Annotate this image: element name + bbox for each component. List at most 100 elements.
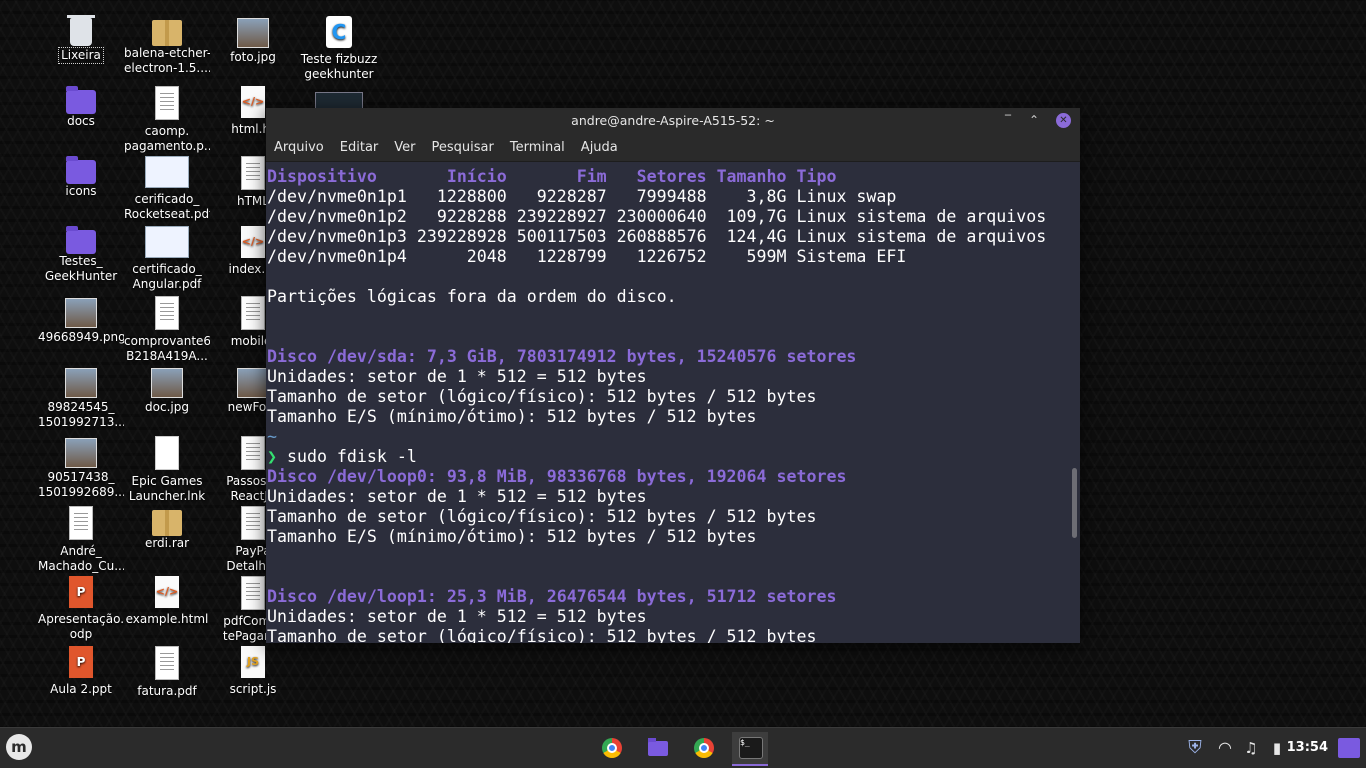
wifi-icon[interactable]: ◠ [1214, 728, 1236, 768]
shield-icon[interactable]: ⛨ [1184, 728, 1206, 768]
terminal-menubar: Arquivo Editar Ver Pesquisar Terminal Ajuda [266, 134, 1080, 162]
desktop-icon[interactable]: certificado_ Angular.pdf [124, 226, 210, 292]
terminal-line-text: /dev/nvme0n1p4 2048 1228799 1226752 599M… [267, 247, 907, 266]
terminal-window[interactable]: andre@andre-Aspire-A515-52: ~ ‾ ⌃ ✕ Arqu… [266, 108, 1080, 643]
terminal-line: Partições lógicas fora da ordem do disco… [267, 287, 1066, 307]
desktop-icon[interactable]: 89824545_ 1501992713... [38, 366, 124, 430]
terminal-line: Disco /dev/loop1: 25,3 MiB, 26476544 byt… [267, 587, 1066, 607]
desktop-icon-label: certificado_ Angular.pdf [132, 262, 202, 291]
terminal-line-text: /dev/nvme0n1p1 1228800 9228287 7999488 3… [267, 187, 897, 206]
terminal-line-text: Tamanho de setor (lógico/físico): 512 by… [267, 627, 817, 643]
desktop-icon-label: doc.jpg [145, 400, 189, 414]
desktop-icon-label: Lixeira [58, 47, 104, 64]
desktop-icon-label: example.html [125, 612, 209, 626]
box-icon [152, 510, 182, 536]
trash-icon [67, 15, 95, 46]
menu-terminal[interactable]: Terminal [502, 134, 573, 161]
terminal-line: /dev/nvme0n1p2 9228288 239228927 2300006… [267, 207, 1066, 227]
terminal-line: Dispositivo Início Fim Setores Tamanho T… [267, 167, 1066, 187]
desktop-icon[interactable]: </> example.html [124, 576, 210, 627]
doc-icon [241, 436, 265, 470]
desktop-icon-label: Epic Games Launcher.lnk [128, 474, 206, 503]
desktop-icon[interactable]: Testes_ GeekHunter [38, 226, 124, 284]
terminal-line: Unidades: setor de 1 * 512 = 512 bytes [267, 607, 1066, 627]
terminal-line: ~ [267, 427, 1066, 447]
doc-icon [241, 296, 265, 330]
minimize-button[interactable]: ‾ [998, 108, 1018, 134]
folder-icon [66, 156, 96, 184]
terminal-line-text: ~ [267, 427, 277, 446]
desktop-icon-label: Testes_ GeekHunter [44, 254, 118, 283]
desktop-icon[interactable]: 49668949.png [38, 296, 124, 345]
chrome-icon [602, 738, 622, 758]
desktop-icon-label: caomp. pagamento.p... [124, 124, 210, 153]
terminal-line: Tamanho E/S (mínimo/ótimo): 512 bytes / … [267, 527, 1066, 547]
code-icon: </> [155, 576, 179, 608]
maximize-button[interactable]: ⌃ [1024, 108, 1044, 134]
menu-editar[interactable]: Editar [332, 134, 387, 161]
terminal-line-text: Tamanho E/S (mínimo/ótimo): 512 bytes / … [267, 407, 757, 426]
chrome-icon [694, 738, 714, 758]
desktop-icon[interactable]: caomp. pagamento.p... [124, 86, 210, 154]
terminal-line: ❯ sudo fdisk -l [267, 447, 1066, 467]
taskbar-terminal-button[interactable]: $_ [732, 732, 768, 766]
photo-icon [65, 368, 97, 398]
workspace-switcher-icon[interactable] [1338, 738, 1360, 758]
close-button[interactable]: ✕ [1056, 113, 1071, 128]
terminal-titlebar[interactable]: andre@andre-Aspire-A515-52: ~ ‾ ⌃ ✕ [266, 108, 1080, 134]
desktop-icon[interactable]: André_ Machado_Cu... [38, 506, 124, 574]
desktop-icon[interactable]: docs [38, 86, 124, 129]
desktop-icon[interactable]: comprovante6 B218A419A... [124, 296, 210, 364]
desktop-icon-label: 89824545_ 1501992713... [38, 400, 124, 429]
doc-icon [69, 506, 93, 540]
desktop-icon-label: 49668949.png [38, 330, 124, 344]
terminal-output[interactable]: Dispositivo Início Fim Setores Tamanho T… [266, 162, 1066, 643]
desktop-icon[interactable]: Epic Games Launcher.lnk [124, 436, 210, 504]
box-icon [152, 20, 182, 46]
doc-icon [155, 296, 179, 330]
app-icon: C [326, 16, 352, 48]
terminal-scrollbar[interactable] [1072, 468, 1077, 538]
menu-ajuda[interactable]: Ajuda [573, 134, 626, 161]
clock[interactable]: 13:54 [1287, 728, 1328, 768]
desktop-icon[interactable]: JS script.js [210, 646, 296, 697]
desktop-icon[interactable]: fatura.pdf [124, 646, 210, 699]
photo-icon [237, 368, 269, 398]
desktop-icon-label: Apresentação. odp [38, 612, 124, 641]
desktop-icon-label: docs [67, 114, 95, 128]
desktop-icon[interactable]: cerificado_ Rocketseat.pdf [124, 156, 210, 222]
mint-menu-button[interactable]: m [6, 734, 32, 760]
taskbar-chrome-window-button[interactable] [686, 732, 722, 764]
terminal-line: Unidades: setor de 1 * 512 = 512 bytes [267, 367, 1066, 387]
terminal-line-text: Tamanho E/S (mínimo/ótimo): 512 bytes / … [267, 527, 757, 546]
taskbar-chrome-button[interactable] [594, 732, 630, 764]
ppt-icon: P [69, 576, 93, 608]
desktop-icon-label: icons [65, 184, 97, 198]
desktop-icon-label: Aula 2.ppt [50, 682, 112, 696]
desktop-icon[interactable]: C Teste fizbuzz geekhunter [296, 16, 382, 82]
terminal-line-text: Dispositivo Início Fim Setores Tamanho T… [267, 167, 837, 186]
desktop-icon[interactable]: foto.jpg [210, 16, 296, 65]
desktop-icon[interactable]: icons [38, 156, 124, 199]
music-icon[interactable]: ♫ [1240, 728, 1262, 768]
taskbar-files-button[interactable] [640, 732, 676, 764]
desktop-icon[interactable]: erdi.rar [124, 506, 210, 551]
menu-arquivo[interactable]: Arquivo [266, 134, 332, 161]
desktop-icon[interactable]: balena-etcher- electron-1.5.... [124, 16, 210, 76]
menu-ver[interactable]: Ver [386, 134, 423, 161]
terminal-line-text: /dev/nvme0n1p2 9228288 239228927 2300006… [267, 207, 1047, 226]
desktop-icon[interactable]: Lixeira [38, 15, 124, 67]
desktop-icon-label: comprovante6 B218A419A... [124, 334, 210, 363]
terminal-line-text: Disco /dev/sda: 7,3 GiB, 7803174912 byte… [267, 347, 857, 366]
desktop-icon[interactable]: P Apresentação. odp [38, 576, 124, 642]
prompt-symbol: ❯ [267, 447, 287, 466]
desktop-icon[interactable]: doc.jpg [124, 366, 210, 415]
desktop-icon[interactable]: 90517438_ 1501992689... [38, 436, 124, 500]
desktop-icon[interactable]: P Aula 2.ppt [38, 646, 124, 697]
battery-icon[interactable]: ▮ [1266, 728, 1288, 768]
menu-pesquisar[interactable]: Pesquisar [424, 134, 502, 161]
